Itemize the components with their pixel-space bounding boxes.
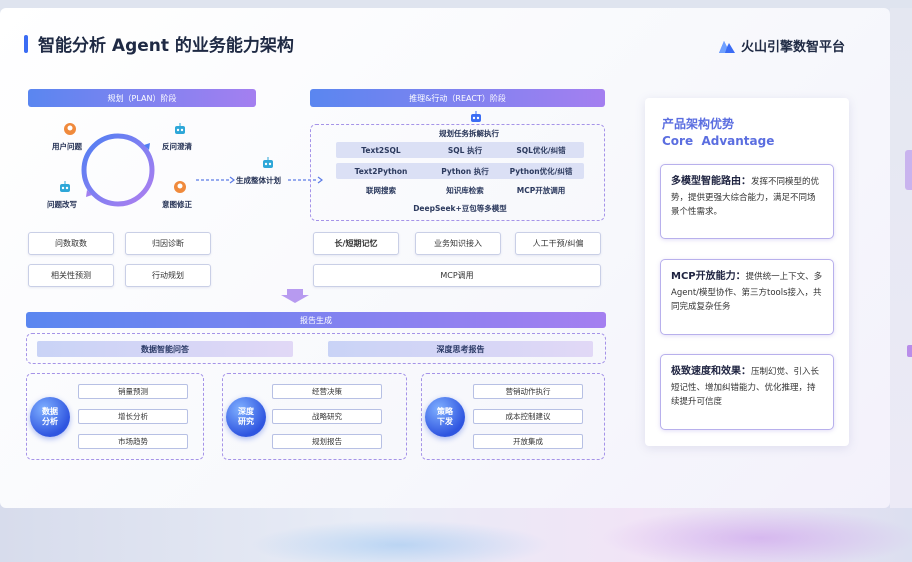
plan-robot-icon	[263, 157, 273, 168]
clarify-robot-icon	[175, 123, 185, 134]
advantage-title-cn: 产品架构优势	[662, 117, 735, 131]
react-box-mcp-call: MCP调用	[313, 264, 601, 287]
badge-data-analysis: 数据 分析	[30, 397, 70, 437]
item-marketing-exec: 营销动作执行	[473, 384, 583, 399]
react-robot-icon	[471, 111, 481, 122]
brand-name: 火山引擎数智平台	[741, 40, 846, 55]
brand-logo: 火山引擎数智平台	[718, 36, 845, 55]
background-glow	[600, 508, 912, 562]
advantage-head-routing: 多模型智能路由：	[671, 176, 751, 187]
title-accent-bar	[24, 35, 28, 53]
cycle-label-intent: 意图修正	[162, 200, 192, 209]
text2sql-chip: Text2SQL	[361, 145, 401, 155]
advantage-card-mcp: MCP开放能力：提供统一上下文、多Agent/模型协作、第三方tools接入，共…	[660, 259, 834, 335]
multi-model-chip: DeepSeek+豆包等多模型	[413, 203, 507, 213]
react-top-label: 规划任务拆解执行	[439, 129, 499, 138]
react-box-knowledge: 业务知识接入	[415, 232, 501, 255]
advantage-head-speed: 极致速度和效果：	[671, 366, 751, 377]
item-open-integration: 开放集成	[473, 434, 583, 449]
generate-plan-label: 生成整体计划	[236, 176, 281, 185]
react-box-human: 人工干预/纠偏	[515, 232, 601, 255]
cycle-label-user-question: 用户问题	[52, 142, 82, 151]
react-box-memory: 长/短期记忆	[313, 232, 399, 255]
report-sub-qa: 数据智能问答	[37, 341, 293, 357]
text2python-chip: Text2Python	[354, 166, 408, 176]
plan-box-attribution: 归因诊断	[125, 232, 211, 255]
plan-cycle	[81, 133, 155, 207]
background-glow-left	[250, 520, 550, 562]
plan-box-correlation: 相关性预测	[28, 264, 114, 287]
rewrite-robot-icon	[60, 181, 70, 192]
item-market-trend: 市场趋势	[78, 434, 188, 449]
cycle-label-rewrite: 问题改写	[47, 200, 77, 209]
next-slide-tab	[905, 150, 912, 190]
volcano-logo-icon	[719, 40, 735, 53]
page-title: 智能分析 Agent 的业务能力架构	[38, 36, 294, 56]
sql-optimize-chip: SQL优化/纠错	[516, 145, 566, 155]
python-optimize-chip: Python优化/纠错	[509, 166, 573, 176]
badge-strategy-deliver: 策略 下发	[425, 397, 465, 437]
advantage-head-mcp: MCP开放能力：	[671, 271, 746, 282]
plan-box-query: 问数取数	[28, 232, 114, 255]
item-strategy-research: 战略研究	[272, 409, 382, 424]
next-slide-marker	[907, 345, 912, 357]
item-cost-control: 成本控制建议	[473, 409, 583, 424]
report-sub-deep: 深度思考报告	[328, 341, 593, 357]
advantage-card-routing: 多模型智能路由：发挥不同模型的优势，提供更强大综合能力，满足不同场景个性需求。	[660, 164, 834, 239]
plan-box-action: 行动规划	[125, 264, 211, 287]
mcp-open-chip: MCP开放调用	[516, 185, 566, 195]
down-arrow-icon	[281, 289, 309, 303]
user-robot-icon	[64, 123, 76, 135]
item-growth-analysis: 增长分析	[78, 409, 188, 424]
cycle-label-clarify: 反问澄清	[162, 142, 192, 151]
intent-robot-icon	[174, 181, 186, 193]
item-sales-forecast: 销量预测	[78, 384, 188, 399]
report-phase-header: 报告生成	[26, 312, 606, 328]
react-phase-header: 推理&行动（REACT）阶段	[310, 89, 605, 107]
advantage-card-speed: 极致速度和效果：压制幻觉、引入长短记性、增加纠错能力、优化推理，持续提升可信度	[660, 354, 834, 430]
item-business-decision: 经营决策	[272, 384, 382, 399]
advantage-title: 产品架构优势 Core Advantage	[662, 116, 774, 150]
badge-deep-research: 深度 研究	[226, 397, 266, 437]
web-search-chip: 联网搜索	[366, 185, 396, 195]
plan-phase-header: 规划（PLAN）阶段	[28, 89, 256, 107]
next-slide-edge	[890, 8, 912, 508]
item-planning-report: 规划报告	[272, 434, 382, 449]
advantage-title-en: Core Advantage	[662, 133, 775, 148]
